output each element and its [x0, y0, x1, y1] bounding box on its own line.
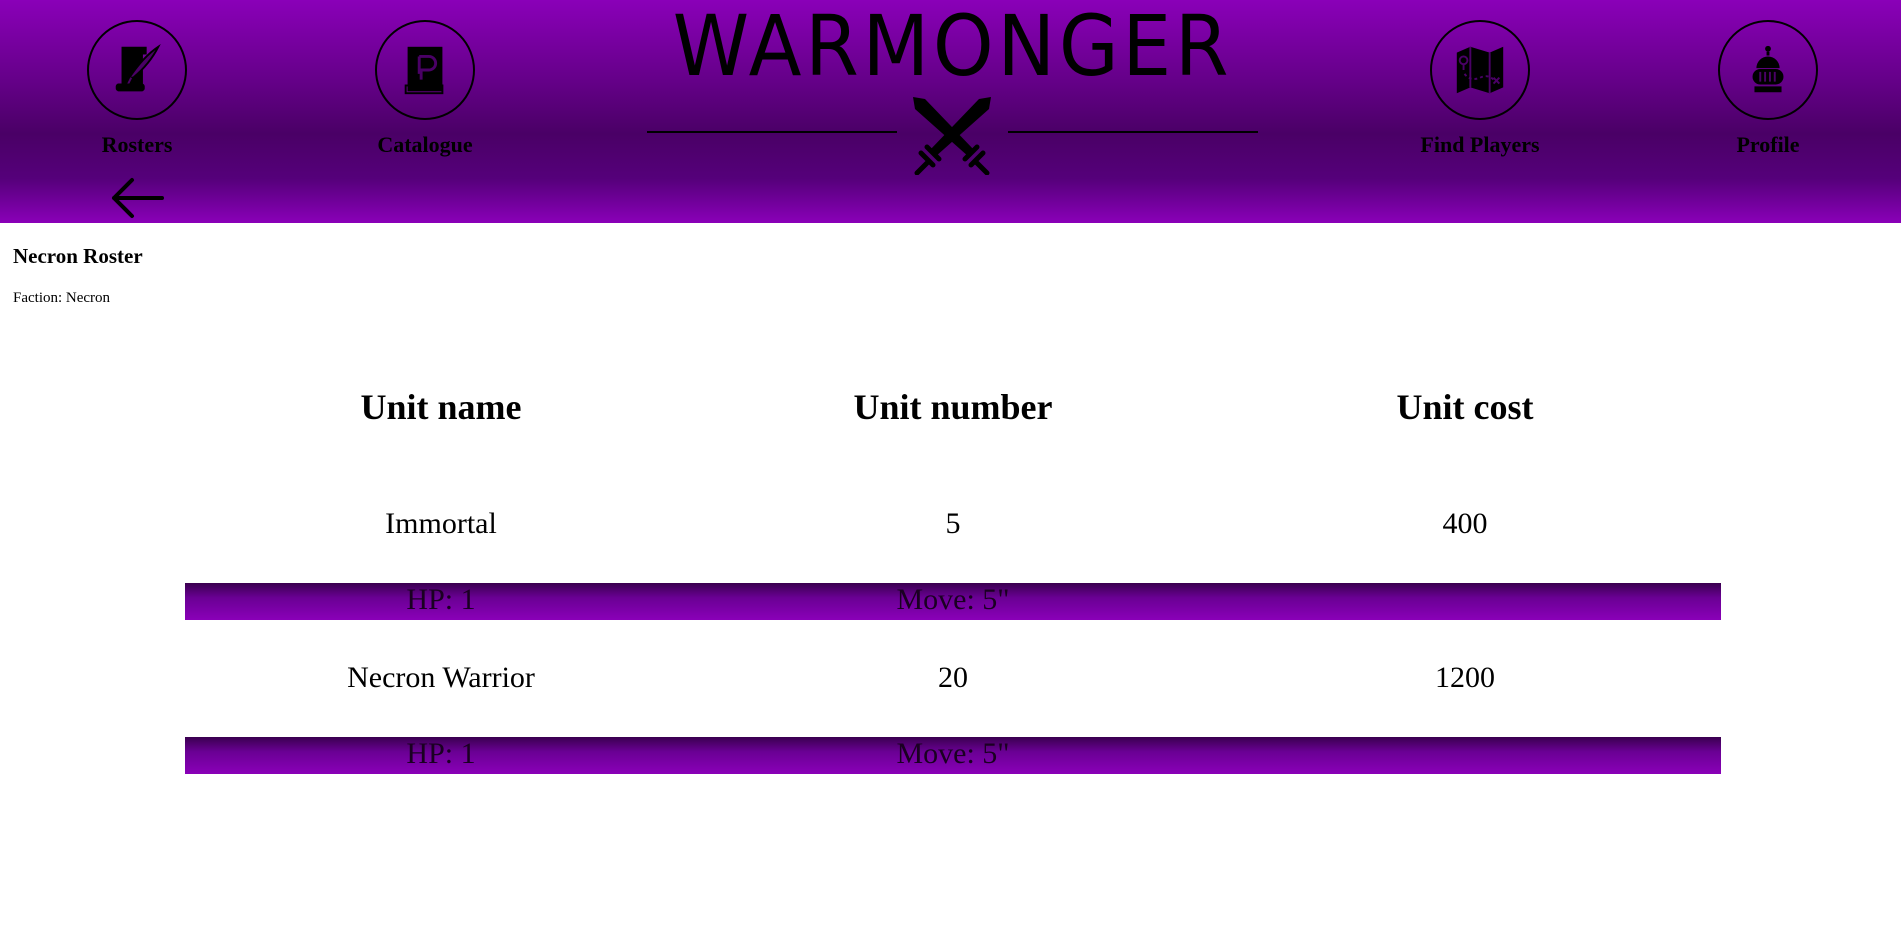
nav-find-players[interactable]: Find Players — [1380, 20, 1580, 157]
unit-cost-cell: 1200 — [1435, 661, 1495, 694]
header-unit-name: Unit name — [360, 387, 522, 427]
map-icon — [1456, 46, 1504, 94]
crossed-swords-icon — [913, 97, 991, 175]
unit-cost-cell: 400 — [1442, 507, 1488, 540]
unit-number-cell: 5 — [945, 507, 961, 540]
nav-profile[interactable]: Profile — [1668, 20, 1868, 157]
logo: WARMONGER — [645, 0, 1260, 175]
unit-name-cell: Necron Warrior — [347, 661, 535, 694]
nav-profile-circle[interactable] — [1718, 20, 1818, 120]
nav-find-players-label[interactable]: Find Players — [1380, 133, 1580, 157]
unit-detail-bar: HP: 1 Move: 5" — [185, 737, 1721, 774]
faction-label: Faction: Necron — [13, 290, 111, 306]
header-unit-number: Unit number — [853, 387, 1053, 427]
logo-line-left — [647, 131, 897, 133]
header-unit-cost: Unit cost — [1396, 387, 1534, 427]
logo-text: WARMONGER — [672, 0, 1233, 95]
nav-rosters-circle[interactable] — [87, 20, 187, 120]
unit-number-cell: 20 — [938, 661, 968, 694]
logo-line-right — [1008, 131, 1258, 133]
nav-rosters-label[interactable]: Rosters — [37, 133, 237, 157]
knight-helmet-icon — [1752, 45, 1784, 93]
back-arrow-icon[interactable] — [108, 176, 164, 220]
unit-name-cell: Immortal — [385, 507, 497, 540]
unit-hp: HP: 1 — [406, 737, 476, 770]
unit-move: Move: 5" — [896, 737, 1010, 770]
nav-catalogue-label[interactable]: Catalogue — [325, 133, 525, 157]
nav-catalogue-circle[interactable] — [375, 20, 475, 120]
page-title: Necron Roster — [13, 244, 143, 268]
unit-move: Move: 5" — [896, 583, 1010, 616]
nav-find-players-circle[interactable] — [1430, 20, 1530, 120]
book-icon — [404, 46, 444, 95]
unit-detail-bar: HP: 1 Move: 5" — [185, 583, 1721, 620]
nav-rosters[interactable]: Rosters — [37, 20, 237, 157]
nav-profile-label[interactable]: Profile — [1668, 133, 1868, 157]
quill-scroll-icon — [115, 43, 161, 92]
unit-hp: HP: 1 — [406, 583, 476, 616]
site-header: Rosters Catalogue WARMONGER Find Players… — [0, 0, 1901, 223]
nav-catalogue[interactable]: Catalogue — [325, 20, 525, 157]
